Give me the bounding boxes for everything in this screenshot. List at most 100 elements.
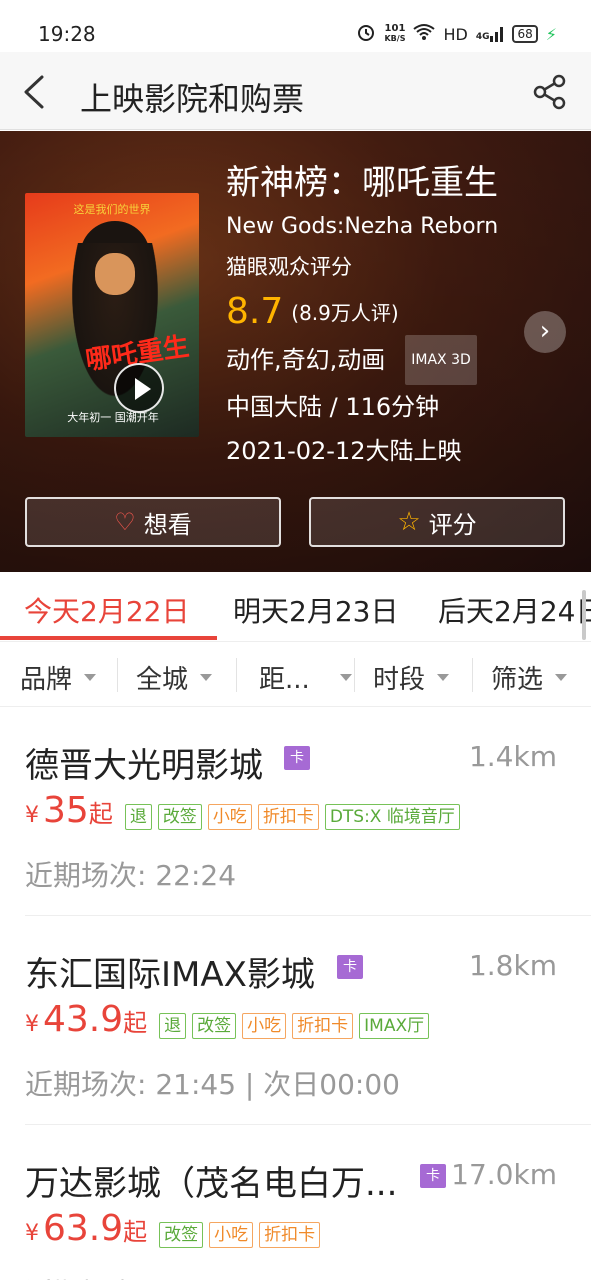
- tag-reschedule: 改签: [192, 1013, 237, 1039]
- filter-distance[interactable]: 距...: [259, 659, 352, 696]
- tag-snack: 小吃: [207, 804, 252, 830]
- tag-refund: 退: [124, 804, 152, 830]
- movie-title: 新神榜：哪吒重生: [226, 163, 498, 203]
- movie-detail-button[interactable]: ›: [524, 311, 566, 353]
- cinema-name: 东汇国际IMAX影城: [25, 955, 315, 995]
- play-trailer-button[interactable]: [114, 363, 164, 413]
- cinema-distance: 17.0km: [451, 1158, 557, 1191]
- caret-down-icon: [555, 674, 568, 681]
- share-button[interactable]: [532, 74, 568, 110]
- tag-hall: IMAX厅: [359, 1013, 430, 1039]
- price-suffix: 起: [123, 1218, 148, 1246]
- hd-indicator: HD: [443, 24, 468, 44]
- filter-divider: [117, 658, 118, 692]
- tag-reschedule: 改签: [157, 804, 202, 830]
- recent-sessions: 近期场次: 21:45 | 次日00:00: [25, 1068, 400, 1101]
- list-divider: [25, 1124, 591, 1125]
- charging-icon: ⚡: [545, 24, 557, 44]
- tag-snack: 小吃: [242, 1013, 287, 1039]
- filter-area[interactable]: 全城: [136, 659, 213, 696]
- caret-down-icon: [339, 674, 352, 681]
- list-divider: [25, 915, 591, 916]
- back-button[interactable]: [20, 74, 50, 110]
- heart-icon: ♡: [114, 508, 136, 536]
- caret-down-icon: [200, 674, 213, 681]
- region-duration: 中国大陆 / 116分钟: [226, 393, 440, 421]
- tag-discount-card: 折扣卡: [257, 804, 319, 830]
- want-to-see-button[interactable]: ♡ 想看: [25, 497, 281, 547]
- signal-icon: 4G: [476, 26, 505, 42]
- score-count: (8.9万人评): [291, 300, 399, 325]
- price-row: ¥ 35 起 退 改签 小吃 折扣卡 DTS:X 临境音厅: [25, 790, 460, 831]
- status-bar: 19:28 101 KB/S HD 4G 68 ⚡: [0, 0, 591, 52]
- cinema-item[interactable]: 万达影城（茂名电白万... 卡 17.0km ¥ 63.9 起 改签 小吃 折扣…: [0, 1126, 591, 1280]
- wifi-icon: [413, 23, 436, 45]
- genre-line: 动作,奇幻,动画 IMAX 3D: [226, 335, 498, 385]
- filter-bar: 品牌 全城 距... 时段 筛选: [0, 643, 591, 707]
- tag-discount-card: 折扣卡: [292, 1013, 354, 1039]
- tag-reschedule: 改签: [159, 1222, 204, 1248]
- tab-day-after[interactable]: 后天2月24日: [438, 590, 591, 630]
- date-tabs: 今天2月22日 明天2月23日 后天2月24日: [0, 572, 591, 642]
- tag-refund: 退: [159, 1013, 187, 1039]
- nav-bar: 上映影院和购票: [0, 52, 591, 130]
- cinema-price: 35: [43, 790, 89, 831]
- card-badge: 卡: [337, 955, 363, 979]
- poster-date: 大年初一 国潮开年: [67, 411, 159, 424]
- movie-score: 8.7: [226, 290, 284, 332]
- currency-symbol: ¥: [25, 1012, 39, 1037]
- rate-button[interactable]: ☆ 评分: [309, 497, 565, 547]
- caret-down-icon: [437, 674, 450, 681]
- rate-label: 评分: [428, 510, 477, 539]
- tabs-scrollbar: [582, 590, 586, 640]
- filter-divider: [354, 658, 355, 692]
- filter-divider: [236, 658, 237, 692]
- tab-tomorrow[interactable]: 明天2月23日: [233, 590, 398, 630]
- cinema-distance: 1.4km: [468, 740, 557, 773]
- page-title: 上映影院和购票: [80, 80, 305, 118]
- movie-poster[interactable]: 这是我们的世界 哪吒重生 大年初一 国潮开年: [25, 193, 199, 437]
- cinema-price: 63.9: [43, 1208, 124, 1249]
- release-date: 2021-02-12大陆上映: [226, 437, 462, 465]
- price-row: ¥ 43.9 起 退 改签 小吃 折扣卡 IMAX厅: [25, 999, 430, 1040]
- filter-more[interactable]: 筛选: [491, 659, 568, 696]
- cinema-item[interactable]: 东汇国际IMAX影城 卡 1.8km ¥ 43.9 起 退 改签 小吃 折扣卡 …: [0, 917, 591, 1125]
- currency-symbol: ¥: [25, 1221, 39, 1246]
- poster-figure-face: [95, 253, 135, 295]
- rating-label: 猫眼观众评分: [226, 255, 352, 279]
- currency-symbol: ¥: [25, 803, 39, 828]
- star-icon: ☆: [397, 507, 421, 537]
- status-time: 19:28: [38, 22, 96, 46]
- movie-english-title: New Gods:Nezha Reborn: [226, 214, 499, 239]
- cinema-name: 万达影城（茂名电白万...: [25, 1164, 398, 1204]
- cinema-distance: 1.8km: [468, 949, 557, 982]
- chevron-right-icon: ›: [539, 316, 551, 346]
- card-badge: 卡: [284, 746, 310, 770]
- share-icon: [533, 74, 566, 110]
- movie-genres: 动作,奇幻,动画: [226, 346, 386, 374]
- want-label: 想看: [143, 510, 192, 539]
- filter-brand[interactable]: 品牌: [20, 659, 97, 696]
- active-tab-indicator: [0, 636, 217, 640]
- tag-discount-card: 折扣卡: [259, 1222, 321, 1248]
- battery-icon: 68: [512, 25, 538, 43]
- poster-tagline: 这是我们的世界: [73, 203, 151, 216]
- net-speed: 101 KB/S: [384, 23, 406, 44]
- score-line: 8.7 (8.9万人评): [226, 287, 498, 335]
- tag-snack: 小吃: [209, 1222, 254, 1248]
- tab-today[interactable]: 今天2月22日: [24, 590, 189, 630]
- cinema-price: 43.9: [43, 999, 124, 1040]
- status-icons: 101 KB/S HD 4G 68 ⚡: [356, 22, 557, 46]
- alarm-icon: [356, 22, 376, 46]
- price-row: ¥ 63.9 起 改签 小吃 折扣卡: [25, 1208, 321, 1249]
- movie-info: 新神榜：哪吒重生 New Gods:Nezha Reborn 猫眼观众评分 8.…: [226, 159, 498, 473]
- cinema-item[interactable]: 德晋大光明影城 卡 1.4km ¥ 35 起 退 改签 小吃 折扣卡 DTS:X…: [0, 708, 591, 916]
- price-suffix: 起: [88, 800, 113, 828]
- filter-time[interactable]: 时段: [373, 659, 450, 696]
- recent-sessions: 近期场次: 18:40: [25, 1272, 236, 1280]
- caret-down-icon: [84, 674, 97, 681]
- recent-sessions: 近期场次: 22:24: [25, 859, 237, 892]
- card-badge: 卡: [420, 1164, 446, 1188]
- movie-hero: 这是我们的世界 哪吒重生 大年初一 国潮开年 新神榜：哪吒重生 New Gods…: [0, 131, 591, 572]
- chevron-left-icon: [24, 75, 44, 109]
